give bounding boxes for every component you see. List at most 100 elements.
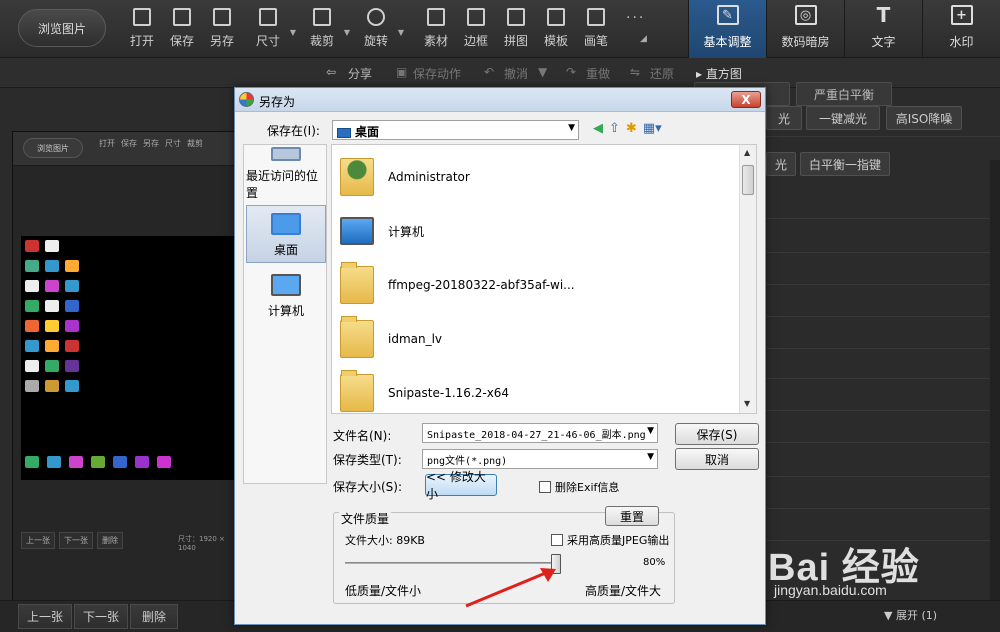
template-button[interactable]: 模板 [536, 8, 576, 52]
restore-button[interactable]: 还原 [650, 65, 674, 82]
new-folder-icon[interactable]: ✱ [626, 121, 637, 136]
open-label: 打开 [129, 34, 154, 48]
dialog-titlebar[interactable]: 另存为 X [235, 88, 765, 112]
computer-icon [340, 217, 374, 245]
cancel-button[interactable]: 取消 [675, 448, 759, 470]
nested-footer: 上一张 下一张 删除 [21, 532, 123, 549]
redo-button[interactable]: 重做 [586, 65, 610, 82]
tab-text[interactable]: T 文字 [844, 0, 922, 58]
material-button[interactable]: 素材 [416, 8, 456, 52]
filename-field[interactable]: Snipaste_2018-04-27_21-46-06_副本.png ▼ [422, 423, 658, 443]
place-computer[interactable]: 计算机 [246, 265, 326, 323]
list-item[interactable]: ffmpeg-20180322-abf35af-wi... [340, 261, 575, 309]
reset-button[interactable]: 重置 [605, 506, 659, 526]
scroll-thumb[interactable] [742, 165, 754, 195]
save-button[interactable]: 保存(S) [675, 423, 759, 445]
panel-button[interactable]: 高ISO降噪 [886, 106, 962, 130]
tab-basic-adjust[interactable]: ✎ 基本调整 [688, 0, 766, 58]
scroll-down-icon[interactable]: ▼ [744, 399, 750, 408]
tab-label: 基本调整 [703, 35, 752, 49]
next-image-button[interactable]: 下一张 [74, 604, 128, 629]
remove-exif-checkbox[interactable]: 删除Exif信息 [539, 479, 619, 495]
app-logo-icon [239, 92, 254, 107]
desktop-icon [65, 320, 79, 332]
desktop-icon [65, 300, 79, 312]
file-name: Snipaste-1.16.2-x64 [388, 386, 510, 400]
nested-desktop-image [21, 236, 243, 480]
undo-button[interactable]: 撤消 [504, 65, 528, 82]
border-button[interactable]: 边框 [456, 8, 496, 52]
desktop-icon [45, 360, 59, 372]
panel-button[interactable]: 白平衡一指键 [800, 152, 890, 176]
desktop-icon [135, 456, 149, 468]
undo-icon: ↶ [484, 65, 495, 79]
list-item[interactable]: Administrator [340, 153, 470, 201]
filetype-dropdown[interactable]: png文件(*.png) ▼ [422, 449, 658, 469]
delete-image-button[interactable]: 删除 [130, 604, 178, 629]
collage-label: 拼图 [503, 34, 528, 48]
file-list-scrollbar[interactable]: ▲ ▼ [739, 145, 756, 413]
nested-prev: 上一张 [21, 532, 55, 549]
desktop-icon [157, 456, 171, 468]
desktop-icon [65, 260, 79, 272]
place-recent[interactable]: 最近访问的位置 [246, 147, 326, 205]
material-icon [427, 8, 445, 26]
quality-percent: 80% [643, 557, 666, 568]
panel-button[interactable]: 严重白平衡 [796, 82, 892, 106]
browse-images-button[interactable]: 浏览图片 [18, 9, 106, 47]
tab-digital-darkroom[interactable]: ◎ 数码暗房 [766, 0, 844, 58]
desktop-icon [45, 340, 59, 352]
quality-slider-track[interactable] [345, 562, 555, 564]
up-folder-icon[interactable]: ⇧ [609, 121, 620, 136]
crop-button[interactable]: 裁剪 ▼ [302, 8, 350, 52]
save-in-dropdown[interactable]: 桌面 ▼ [332, 120, 579, 140]
desktop-icon [25, 260, 39, 272]
folder-icon [340, 262, 374, 304]
checkbox-box[interactable] [539, 481, 551, 493]
desktop-icon [25, 456, 39, 468]
save-as-button[interactable]: 另存 [202, 8, 242, 52]
back-icon[interactable]: ◀ [593, 121, 603, 136]
expand-button[interactable]: ▼ 展开 (1) [884, 607, 937, 623]
nested-next: 下一张 [59, 532, 93, 549]
brush-button[interactable]: 画笔 [576, 8, 616, 52]
hq-jpeg-label: 采用高质量JPEG输出 [567, 534, 670, 547]
brush-label: 画笔 [583, 34, 608, 48]
resize-toggle-button[interactable]: << 修改大小 [425, 470, 497, 501]
panel-button[interactable]: 光 [766, 106, 802, 130]
nested-size-label: 尺寸：1920 × 1040 [178, 535, 225, 552]
save-button[interactable]: 保存 [162, 8, 202, 52]
scroll-up-icon[interactable]: ▲ [744, 148, 750, 157]
panel-button[interactable]: 一键减光 [806, 106, 880, 130]
list-item[interactable]: idman_lv [340, 315, 442, 363]
desktop-icon [271, 213, 301, 235]
undo-dropdown-icon[interactable]: ▼ [538, 65, 547, 79]
desktop-icon [45, 260, 59, 272]
panel-button[interactable]: 光 [766, 152, 796, 176]
checkbox-box[interactable] [551, 534, 563, 546]
quality-slider-thumb[interactable] [551, 554, 561, 574]
more-arrow-icon: ◢ [640, 34, 647, 44]
view-menu-icon[interactable]: ▦▾ [643, 121, 662, 136]
share-button[interactable]: 分享 [348, 65, 372, 82]
save-action-button[interactable]: 保存动作 [413, 65, 461, 82]
hq-jpeg-checkbox[interactable]: 采用高质量JPEG输出 [551, 532, 669, 548]
prev-image-button[interactable]: 上一张 [18, 604, 72, 629]
desktop-icon [25, 360, 39, 372]
save-in-value: 桌面 [355, 125, 380, 139]
tab-watermark[interactable]: + 水印 [922, 0, 1000, 58]
close-button[interactable]: X [731, 91, 761, 108]
list-item[interactable]: Snipaste-1.16.2-x64 [340, 369, 510, 413]
open-button[interactable]: 打开 [122, 8, 162, 52]
rotate-button[interactable]: 旋转 ▼ [356, 8, 404, 52]
resize-button[interactable]: 尺寸 ▼ [248, 8, 296, 52]
list-item[interactable]: 计算机 [340, 207, 424, 255]
text-icon: T [876, 3, 891, 27]
tab-label: 水印 [949, 35, 974, 49]
panel-scrollbar[interactable] [990, 160, 1000, 600]
more-tools-button[interactable]: ··· [626, 10, 645, 26]
desktop-icon-row [25, 456, 171, 468]
desktop-icon [65, 280, 79, 292]
collage-button[interactable]: 拼图 [496, 8, 536, 52]
place-desktop[interactable]: 桌面 [246, 205, 326, 263]
